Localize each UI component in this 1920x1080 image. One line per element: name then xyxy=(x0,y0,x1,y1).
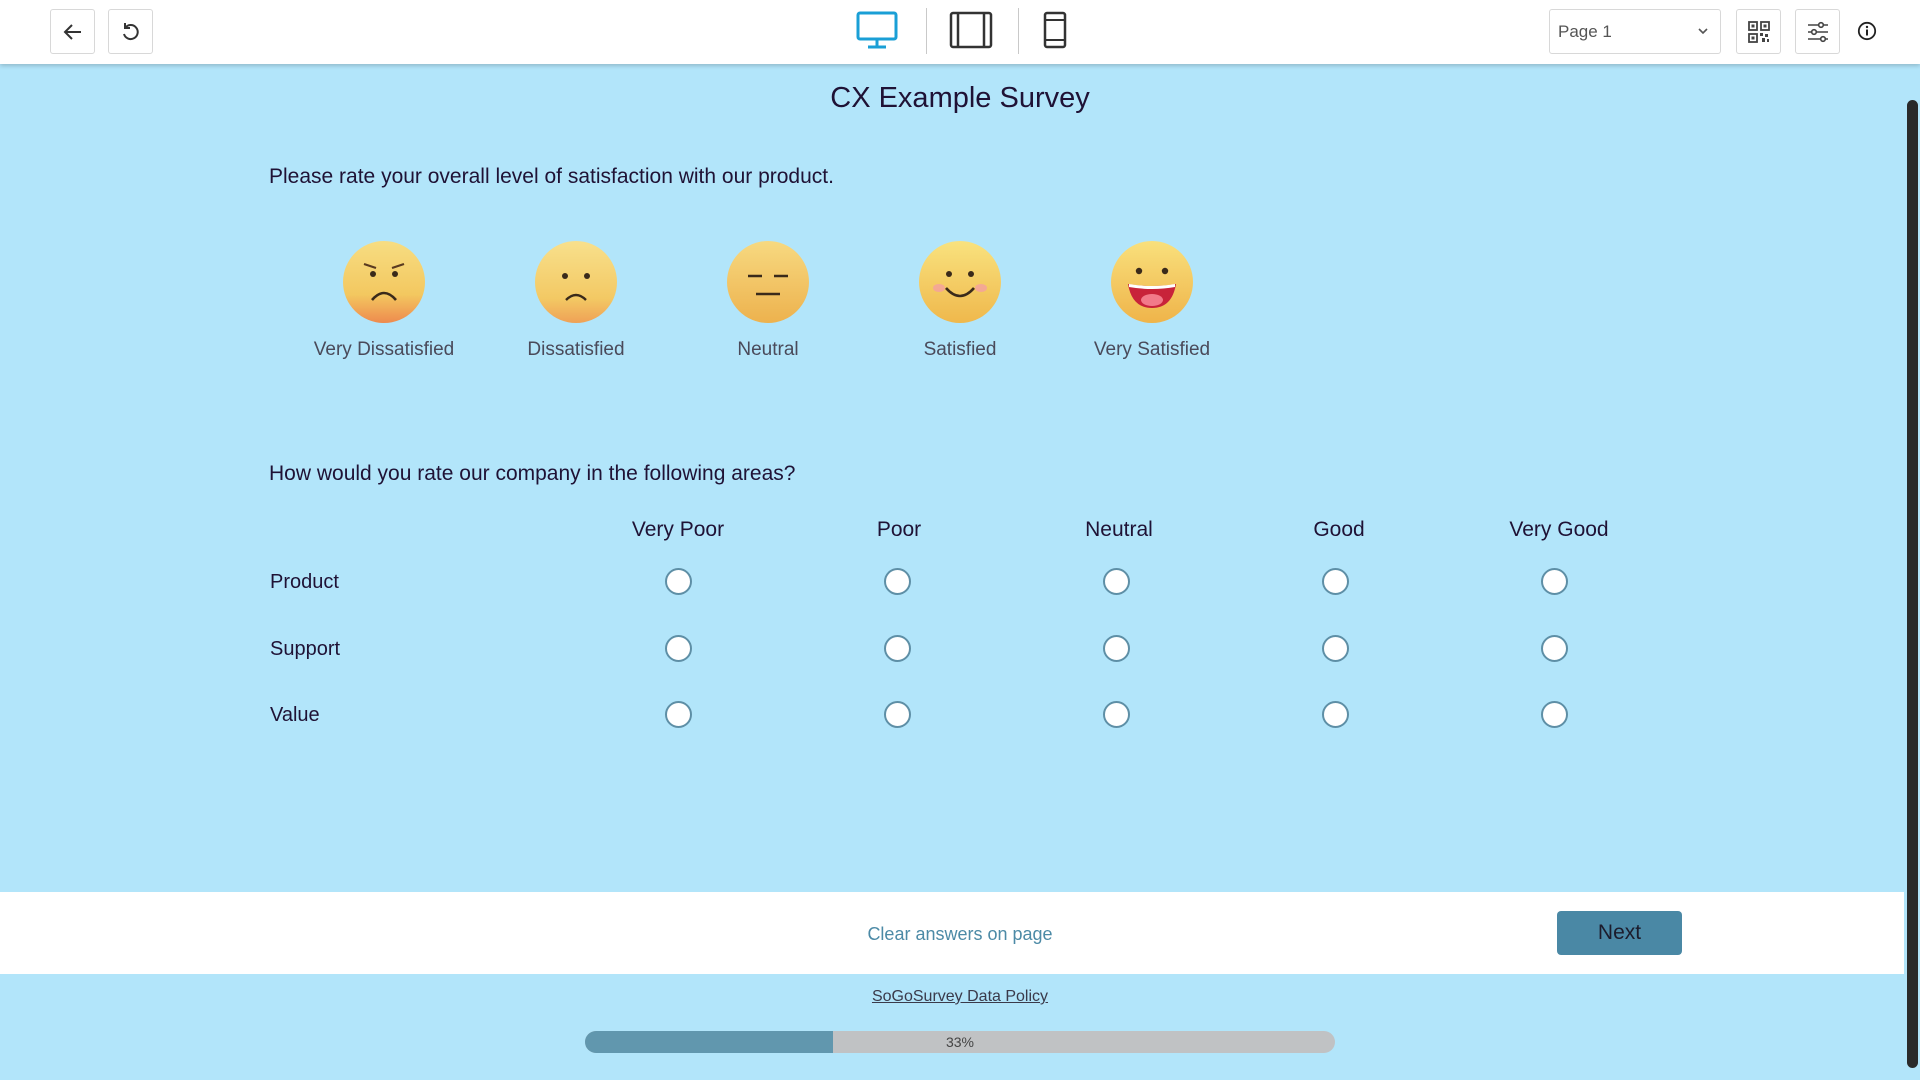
survey-title: CX Example Survey xyxy=(830,82,1090,114)
option-label: Dissatisfied xyxy=(527,339,625,360)
option-very-satisfied[interactable]: Very Satisfied xyxy=(1062,238,1242,361)
radio-product-neutral[interactable] xyxy=(1103,568,1130,595)
column-header: Very Poor xyxy=(631,518,725,541)
mobile-icon xyxy=(1043,11,1067,49)
row-label-product: Product xyxy=(270,571,339,593)
radio-product-very-good[interactable] xyxy=(1541,568,1568,595)
top-toolbar: Page 1 xyxy=(0,0,1920,64)
qr-code-button[interactable] xyxy=(1736,9,1781,54)
column-header: Neutral xyxy=(1085,518,1153,541)
radio-value-poor[interactable] xyxy=(884,701,911,728)
next-button[interactable]: Next xyxy=(1557,911,1682,955)
reset-button[interactable] xyxy=(108,9,153,54)
mobile-view-button[interactable] xyxy=(1040,6,1070,54)
refresh-icon xyxy=(122,22,139,40)
data-policy-link[interactable]: SoGoSurvey Data Policy xyxy=(0,988,1920,1006)
very-dissatisfied-face-icon xyxy=(343,241,425,323)
tablet-icon xyxy=(949,11,993,49)
option-satisfied[interactable]: Satisfied xyxy=(870,238,1050,361)
question-satisfaction: Please rate your overall level of satisf… xyxy=(269,165,834,188)
column-header: Poor xyxy=(876,518,922,541)
sliders-icon xyxy=(1807,21,1828,42)
option-label: Very Dissatisfied xyxy=(313,339,455,360)
column-header: Good xyxy=(1313,518,1365,541)
arrow-left-icon xyxy=(63,23,81,40)
dissatisfied-face-icon xyxy=(535,241,617,323)
radio-product-good[interactable] xyxy=(1322,568,1349,595)
radio-support-very-good[interactable] xyxy=(1541,635,1568,662)
desktop-view-button[interactable] xyxy=(854,6,900,54)
desktop-icon xyxy=(856,11,898,49)
neutral-face-icon xyxy=(727,241,809,323)
radio-value-good[interactable] xyxy=(1322,701,1349,728)
row-label-value: Value xyxy=(270,704,320,726)
option-label: Satisfied xyxy=(923,339,997,360)
very-satisfied-face-icon xyxy=(1111,241,1193,323)
row-label-support: Support xyxy=(270,638,341,660)
progress-bar: 33% xyxy=(585,1031,1335,1053)
tablet-view-button[interactable] xyxy=(948,6,994,54)
satisfied-face-icon xyxy=(919,241,1001,323)
chevron-down-icon xyxy=(1698,28,1708,35)
radio-support-poor[interactable] xyxy=(884,635,911,662)
radio-support-good[interactable] xyxy=(1322,635,1349,662)
column-header: Very Good xyxy=(1509,518,1609,541)
qr-code-icon xyxy=(1747,20,1770,43)
radio-support-very-poor[interactable] xyxy=(665,635,692,662)
back-button[interactable] xyxy=(50,9,95,54)
option-dissatisfied[interactable]: Dissatisfied xyxy=(486,238,666,361)
info-button[interactable] xyxy=(1852,16,1882,46)
radio-support-neutral[interactable] xyxy=(1103,635,1130,662)
toolbar-divider xyxy=(1018,8,1019,54)
page-selector[interactable]: Page 1 xyxy=(1549,9,1721,54)
radio-product-very-poor[interactable] xyxy=(665,568,692,595)
radio-product-poor[interactable] xyxy=(884,568,911,595)
radio-value-very-poor[interactable] xyxy=(665,701,692,728)
scrollbar[interactable] xyxy=(1904,64,1920,1080)
page-selector-value: Page 1 xyxy=(1558,21,1612,41)
info-icon xyxy=(1857,21,1877,41)
radio-value-neutral[interactable] xyxy=(1103,701,1130,728)
scrollbar-thumb[interactable] xyxy=(1907,100,1918,1068)
toolbar-divider xyxy=(926,8,927,54)
radio-value-very-good[interactable] xyxy=(1541,701,1568,728)
option-label: Neutral xyxy=(737,339,799,360)
question-ratings: How would you rate our company in the fo… xyxy=(269,462,796,485)
settings-button[interactable] xyxy=(1795,9,1840,54)
progress-label: 33% xyxy=(945,1034,975,1050)
option-very-dissatisfied[interactable]: Very Dissatisfied xyxy=(294,238,474,361)
option-neutral[interactable]: Neutral xyxy=(678,238,858,361)
option-label: Very Satisfied xyxy=(1093,339,1211,360)
